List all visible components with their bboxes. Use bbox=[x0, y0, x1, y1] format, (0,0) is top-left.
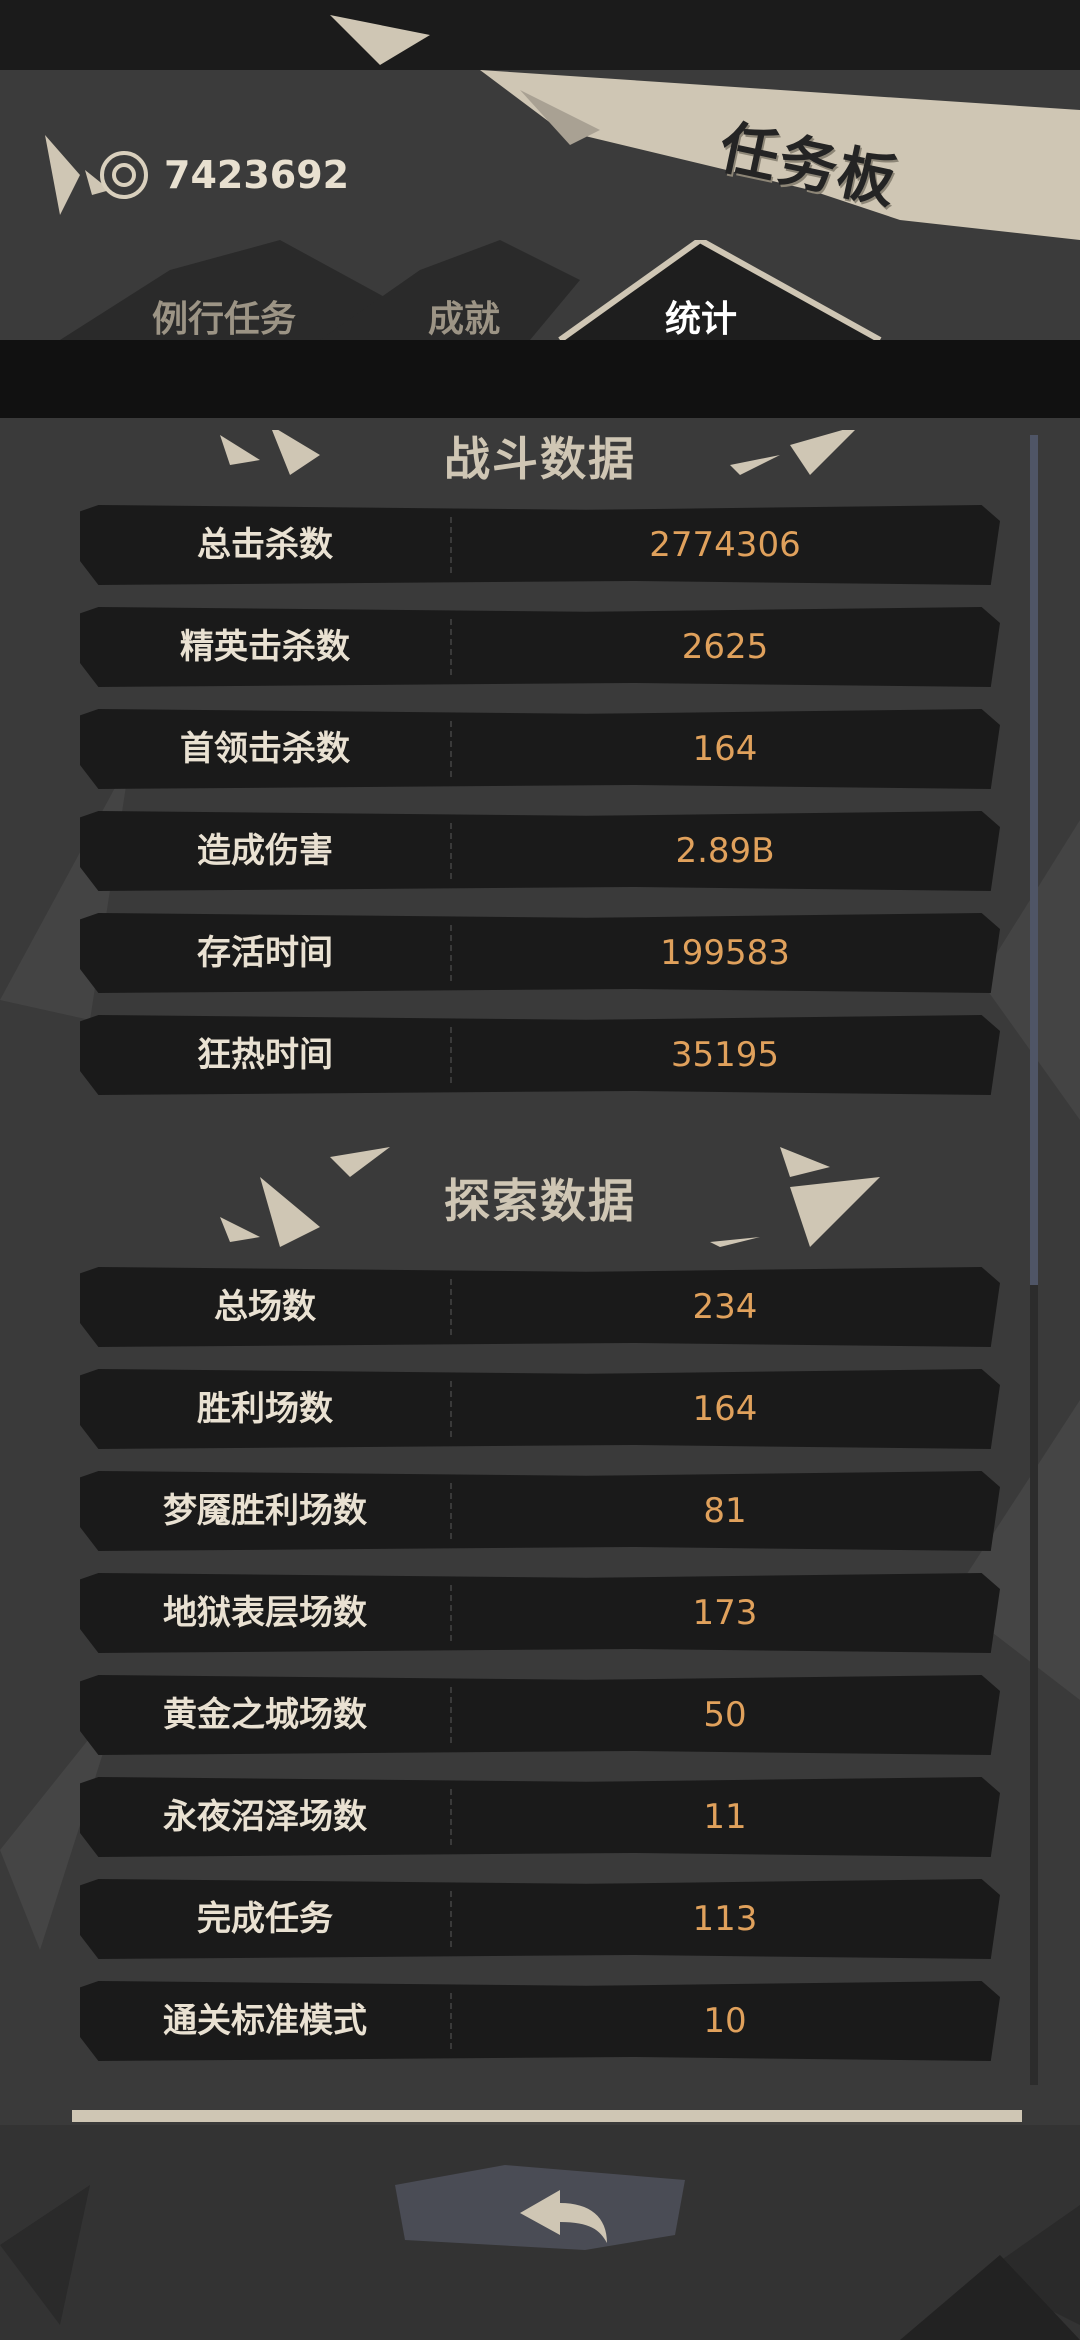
stat-label: 总场数 bbox=[214, 1287, 316, 1327]
stat-row: 存活时间 199583 bbox=[80, 913, 1000, 993]
stat-value: 164 bbox=[692, 729, 758, 769]
stat-row: 永夜沼泽场数 11 bbox=[80, 1777, 1000, 1857]
stat-label: 梦魇胜利场数 bbox=[163, 1491, 367, 1531]
statistics-list[interactable]: 战斗数据 总击杀数 2774306 精英击杀数 2625 首领击杀数 164 造… bbox=[70, 430, 1010, 2110]
stat-row: 总场数 234 bbox=[80, 1267, 1000, 1347]
currency-value: 7423692 bbox=[164, 153, 350, 197]
header: 任务板 7423692 例行任务 成就 统计 bbox=[0, 0, 1080, 430]
stat-label: 黄金之城场数 bbox=[163, 1695, 367, 1735]
stat-label: 通关标准模式 bbox=[163, 2001, 367, 2041]
stat-row: 梦魇胜利场数 81 bbox=[80, 1471, 1000, 1551]
combat-section-header: 战斗数据 bbox=[70, 430, 1010, 505]
stat-label: 地狱表层场数 bbox=[163, 1593, 367, 1633]
stat-label: 胜利场数 bbox=[197, 1389, 333, 1429]
stat-value: 173 bbox=[692, 1593, 758, 1633]
stat-label: 造成伤害 bbox=[197, 831, 333, 871]
stat-value: 2625 bbox=[681, 627, 769, 667]
shard-decoration bbox=[330, 15, 430, 65]
stat-value: 113 bbox=[692, 1899, 758, 1939]
stat-label: 总击杀数 bbox=[197, 525, 333, 565]
stat-row: 总击杀数 2774306 bbox=[80, 505, 1000, 585]
section-title-combat: 战斗数据 bbox=[444, 432, 636, 486]
tab-statistics[interactable]: 统计 bbox=[665, 290, 737, 342]
stat-value: 164 bbox=[692, 1389, 758, 1429]
stat-label: 存活时间 bbox=[197, 933, 333, 973]
stat-value: 199583 bbox=[660, 933, 790, 973]
stat-row: 首领击杀数 164 bbox=[80, 709, 1000, 789]
stat-label: 首领击杀数 bbox=[180, 729, 350, 769]
stat-row: 完成任务 113 bbox=[80, 1879, 1000, 1959]
currency-display: 7423692 bbox=[40, 130, 349, 220]
stat-value: 50 bbox=[703, 1695, 747, 1735]
stat-row: 地狱表层场数 173 bbox=[80, 1573, 1000, 1653]
tab-bar-divider bbox=[0, 340, 1080, 418]
stat-row: 黄金之城场数 50 bbox=[80, 1675, 1000, 1755]
stat-row: 胜利场数 164 bbox=[80, 1369, 1000, 1449]
stat-value: 11 bbox=[703, 1797, 747, 1837]
stat-row: 通关标准模式 10 bbox=[80, 1981, 1000, 2061]
back-arrow-icon bbox=[395, 2165, 685, 2250]
stat-value: 35195 bbox=[670, 1035, 780, 1075]
stat-value: 2774306 bbox=[649, 525, 801, 565]
section-title-explore: 探索数据 bbox=[444, 1174, 636, 1228]
stat-label: 狂热时间 bbox=[197, 1035, 333, 1075]
explore-section-header: 探索数据 bbox=[70, 1117, 1010, 1267]
stat-row: 精英击杀数 2625 bbox=[80, 607, 1000, 687]
stat-label: 完成任务 bbox=[197, 1899, 333, 1939]
stat-label: 永夜沼泽场数 bbox=[163, 1797, 367, 1837]
top-band bbox=[0, 0, 1080, 70]
coin-eye-icon bbox=[100, 151, 148, 199]
stat-value: 10 bbox=[703, 2001, 747, 2041]
stat-label: 精英击杀数 bbox=[180, 627, 350, 667]
back-button[interactable] bbox=[385, 2155, 695, 2260]
stat-value: 81 bbox=[703, 1491, 747, 1531]
content-bottom-border bbox=[72, 2110, 1022, 2122]
stat-row: 狂热时间 35195 bbox=[80, 1015, 1000, 1095]
scrollbar-thumb[interactable] bbox=[1030, 435, 1038, 1285]
stat-value: 2.89B bbox=[675, 831, 775, 871]
stat-row: 造成伤害 2.89B bbox=[80, 811, 1000, 891]
tab-achievements[interactable]: 成就 bbox=[428, 290, 500, 342]
stat-value: 234 bbox=[692, 1287, 758, 1327]
tab-routine-tasks[interactable]: 例行任务 bbox=[152, 290, 296, 342]
